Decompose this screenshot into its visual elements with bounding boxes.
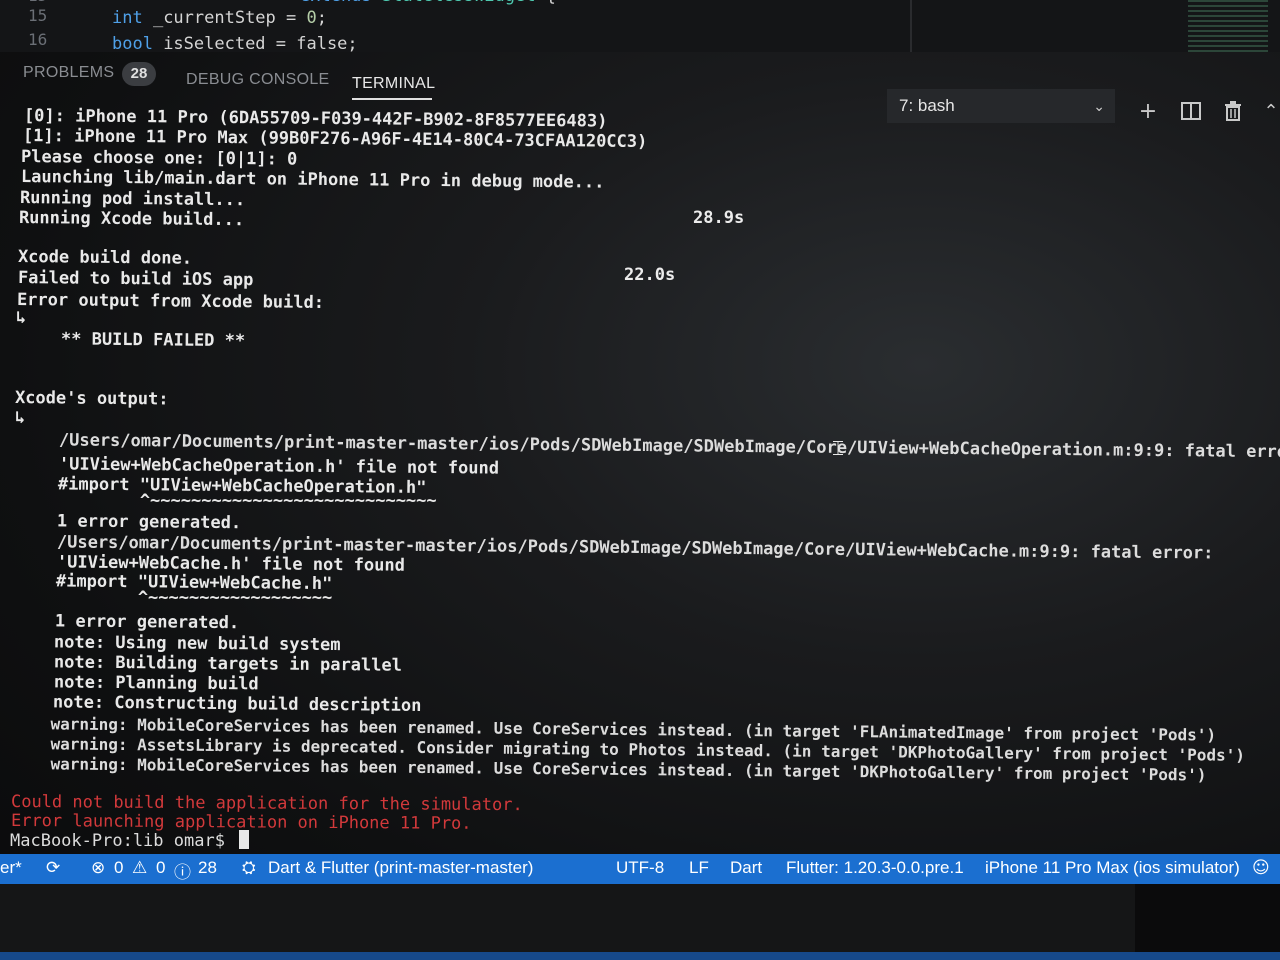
code-line-15: int _currentStep = 0; <box>112 8 327 28</box>
info-icon: ⓘ <box>174 863 191 883</box>
background-window <box>0 884 1135 954</box>
terminal-line: 1 error generated. <box>13 611 240 634</box>
tab-terminal[interactable]: TERMINAL <box>352 75 435 93</box>
terminal-line: ^~~~~~~~~~~~~~~~~~~~~~~~~~~~~ <box>17 491 437 511</box>
terminal-line: Failed to build iOS app <box>17 268 254 291</box>
tab-problems[interactable]: PROBLEMS <box>23 64 114 82</box>
tab-debug-console[interactable]: DEBUG CONSOLE <box>186 71 330 89</box>
line-number: 15 <box>28 0 47 5</box>
active-tab-indicator <box>352 98 432 100</box>
status-bar: er* ⟳ ⊗ 0 ⚠ 0 ⓘ 28 ⛭ Dart & Flutter (pri… <box>0 854 1280 884</box>
code-line-16: bool isSelected = false; <box>112 34 358 52</box>
terminal-line: ↳ <box>15 408 26 428</box>
terminal-line: Xcode's output: <box>14 388 169 410</box>
error-count[interactable]: 0 <box>114 858 123 878</box>
text-cursor-icon: ⌶ <box>832 436 844 460</box>
branch-name[interactable]: er* <box>0 858 22 878</box>
warning-count[interactable]: 0 <box>156 858 165 878</box>
build-failed-line: ** BUILD FAILED ** <box>19 329 246 352</box>
device-selector[interactable]: iPhone 11 Pro Max (ios simulator) <box>985 858 1240 878</box>
info-count[interactable]: 28 <box>198 858 217 878</box>
vscode-window: 15 15 16 extends StatelessWidget { int _… <box>0 0 1280 960</box>
terminal-line: 1 error generated. <box>15 511 242 534</box>
line-number: 15 <box>28 6 48 25</box>
warning-icon: ⚠ <box>132 858 148 878</box>
terminal-line: ^~~~~~~~~~~~~~~~~~~ <box>15 588 333 608</box>
encoding[interactable]: UTF-8 <box>616 858 664 878</box>
minimap[interactable] <box>1188 0 1268 52</box>
code-editor[interactable]: 15 15 16 extends StatelessWidget { int _… <box>0 0 1280 52</box>
timing-value: 22.0s <box>624 265 676 285</box>
terminal-line: ↳ <box>16 308 27 328</box>
timing-value: 28.9s <box>693 208 745 228</box>
terminal-line: Please choose one: [0|1]: 0 <box>20 147 298 170</box>
sync-icon[interactable]: ⟳ <box>46 858 60 878</box>
code-line-class: extends StatelessWidget { <box>300 0 556 6</box>
problems-count-badge: 28 <box>122 62 156 86</box>
terminal-output[interactable]: [0]: iPhone 11 Pro (6DA55709-F039-442F-B… <box>0 104 1280 854</box>
background-strip <box>0 952 1280 960</box>
shell-prompt[interactable]: MacBook-Pro:lib omar$ <box>10 830 250 851</box>
project-icon: ⛭ <box>242 858 256 878</box>
terminal-line: Error output from Xcode build: <box>16 290 325 313</box>
line-number: 16 <box>28 30 48 49</box>
terminal-line: Xcode build done. <box>17 247 193 269</box>
terminal-cursor <box>239 830 250 849</box>
terminal-line: note: Constructing build description <box>11 692 422 716</box>
line-ending[interactable]: LF <box>689 858 709 878</box>
error-icon: ⊗ <box>91 858 106 878</box>
editor-split-divider[interactable] <box>910 0 912 52</box>
feedback-icon[interactable]: ☺ <box>1252 858 1270 878</box>
terminal-line: note: Planning build <box>12 672 259 695</box>
project-name[interactable]: Dart & Flutter (print-master-master) <box>268 858 533 878</box>
flutter-version[interactable]: Flutter: 1.20.3-0.0.pre.1 <box>786 858 964 878</box>
language-mode[interactable]: Dart <box>730 858 762 878</box>
terminal-line: Running Xcode build... <box>18 208 245 231</box>
terminal-line: Running pod install... <box>19 188 246 211</box>
